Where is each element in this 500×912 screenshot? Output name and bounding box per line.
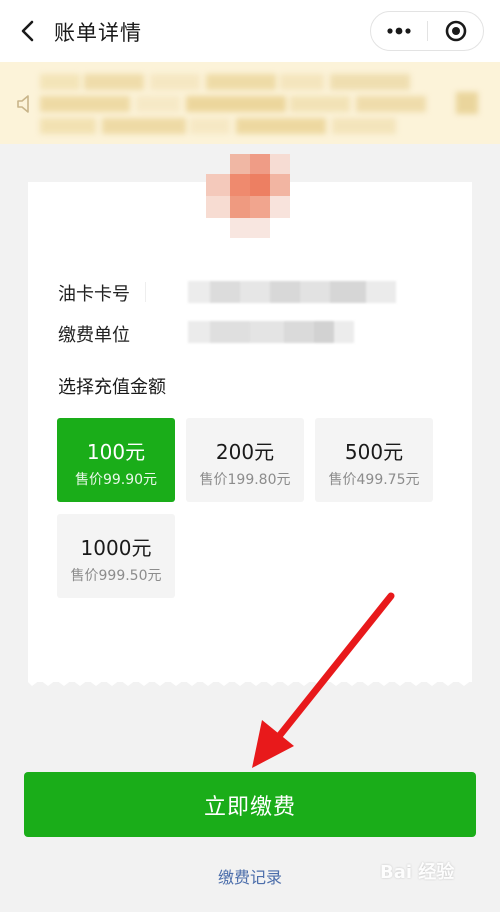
amount-price: 售价499.75元 [328,472,420,488]
amount-price: 售价99.90元 [74,472,158,488]
amount-option-500[interactable]: 500元 售价499.75元 [315,418,433,502]
amount-option-1000[interactable]: 1000元 售价999.50元 [57,514,175,598]
notice-bar [0,62,500,144]
card-number-value-pixelated [188,281,396,303]
amount-option-100[interactable]: 100元 售价99.90元 [57,418,175,502]
more-dots-icon [387,27,411,35]
page-title: 账单详情 [54,21,142,45]
card-number-label: 油卡卡号 [58,284,130,305]
close-button[interactable] [428,12,483,50]
back-arrow-icon [21,20,34,42]
amount-price: 售价199.80元 [199,472,291,488]
payee-unit-value-pixelated [188,321,354,343]
notice-pixelated-text [40,74,426,134]
payee-unit-label: 缴费单位 [58,325,130,346]
nav-bar: 账单详情 [0,0,500,62]
capsule-menu [370,11,484,51]
pay-now-button[interactable]: 立即缴费 [24,772,476,837]
company-logo-pixelated [206,154,290,238]
notice-right-icon [456,92,478,114]
select-amount-title: 选择充值金额 [58,377,166,398]
amount-value: 200元 [215,440,275,464]
amount-value: 100元 [86,440,146,464]
speaker-icon [17,95,29,113]
amount-value: 1000元 [80,536,152,560]
baidu-watermark: Bai 经验 [380,862,455,883]
back-button[interactable] [10,14,44,48]
more-button[interactable] [371,12,427,50]
card-zigzag-edge [28,674,472,686]
amount-value: 500元 [344,440,404,464]
row-divider [145,282,146,302]
amount-price: 售价999.50元 [70,568,162,584]
close-target-icon [445,20,466,42]
amount-option-200[interactable]: 200元 售价199.80元 [186,418,304,502]
